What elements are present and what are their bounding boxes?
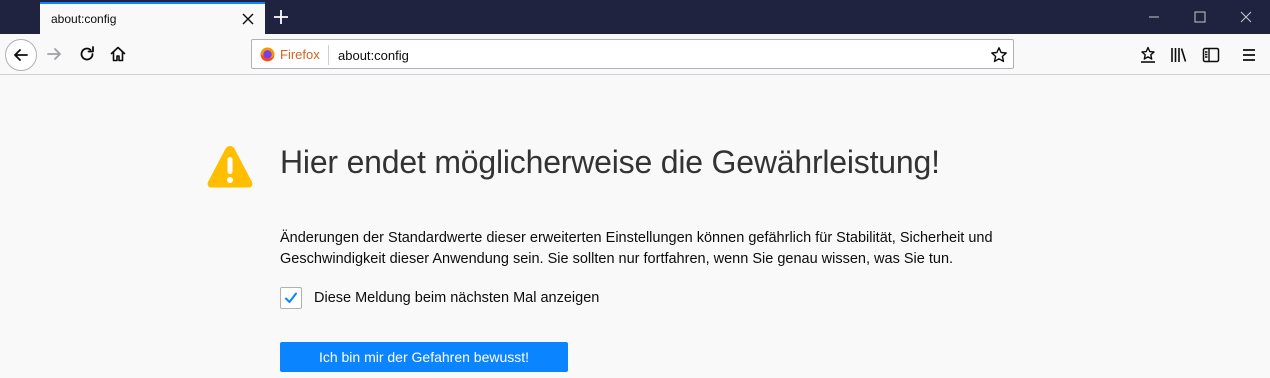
close-icon[interactable] xyxy=(240,11,256,27)
navigation-bar: Firefox about:config xyxy=(0,34,1270,75)
url-bar[interactable]: Firefox about:config xyxy=(251,39,1014,69)
hamburger-icon[interactable] xyxy=(1240,46,1258,64)
url-separator xyxy=(328,45,329,65)
warning-description: Änderungen der Standardwerte dieser erwe… xyxy=(280,230,993,267)
show-warning-checkbox[interactable] xyxy=(280,287,302,309)
forward-arrow-icon[interactable] xyxy=(45,45,63,63)
star-tray-icon[interactable] xyxy=(1139,46,1157,64)
reload-icon[interactable] xyxy=(78,45,96,63)
close-window-icon[interactable] xyxy=(1240,11,1252,23)
minimize-icon[interactable] xyxy=(1148,11,1160,23)
url-text[interactable]: about:config xyxy=(338,48,409,63)
show-warning-label[interactable]: Diese Meldung beim nächsten Mal anzeigen xyxy=(314,290,599,306)
home-icon[interactable] xyxy=(109,45,127,63)
back-button[interactable] xyxy=(5,39,37,71)
library-icon[interactable] xyxy=(1170,46,1188,64)
checkmark-icon xyxy=(285,292,297,303)
identity-label: Firefox xyxy=(280,47,320,62)
accept-risk-button[interactable]: Ich bin mir der Gefahren bewusst! xyxy=(280,342,568,372)
sidebar-icon[interactable] xyxy=(1202,46,1220,64)
page-title: Hier endet möglicherweise die Gewährleis… xyxy=(280,144,940,180)
back-arrow-icon xyxy=(14,49,28,61)
tab-title: about:config xyxy=(51,12,117,26)
firefox-icon xyxy=(260,47,275,62)
title-bar: about:config xyxy=(0,0,1270,34)
warning-icon xyxy=(207,146,253,188)
tab-about-config[interactable]: about:config xyxy=(40,2,265,34)
maximize-icon[interactable] xyxy=(1194,11,1206,23)
star-icon[interactable] xyxy=(990,46,1008,64)
plus-icon[interactable] xyxy=(273,9,289,25)
